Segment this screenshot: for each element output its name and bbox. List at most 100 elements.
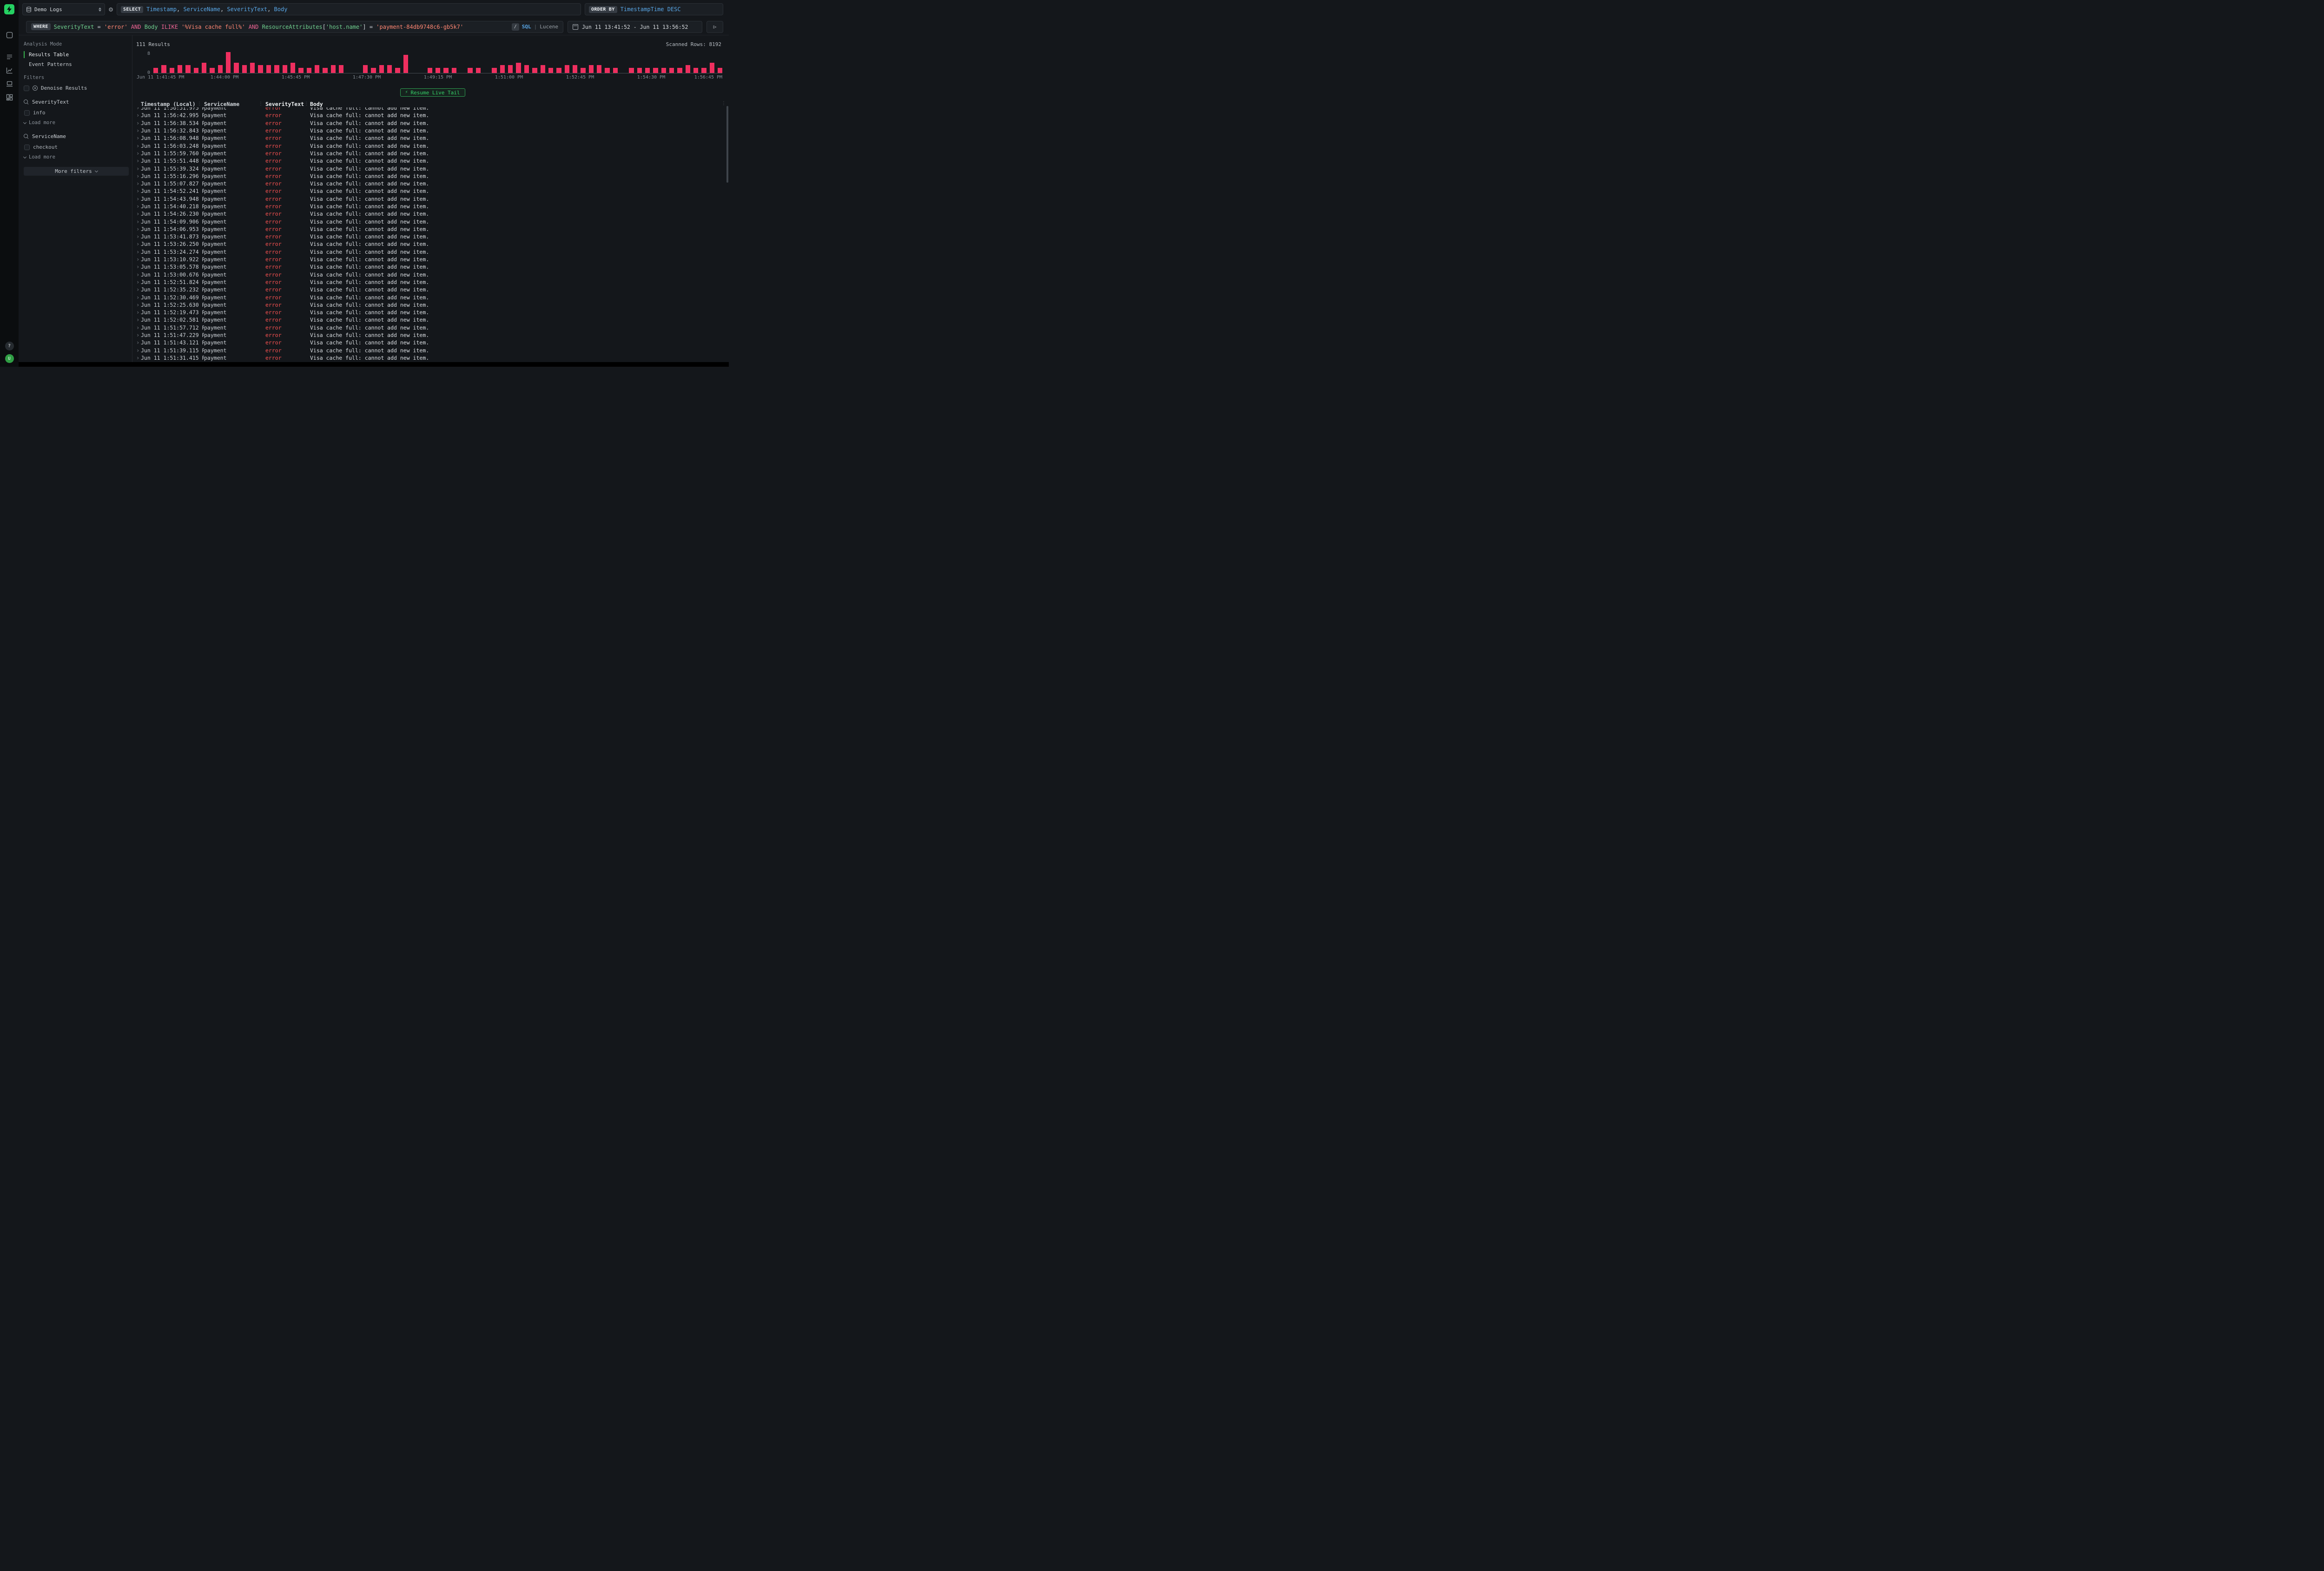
row-expand-icon[interactable]: › — [136, 355, 141, 361]
select-clause-input[interactable]: SELECT Timestamp, ServiceName, SeverityT… — [117, 3, 581, 15]
table-row[interactable]: ›Jun 11 1:53:00.676 PMpaymenterrorVisa c… — [136, 271, 729, 278]
filter-option-checkout[interactable]: checkout — [24, 144, 128, 150]
histogram-bar[interactable] — [556, 68, 561, 73]
histogram-bar[interactable] — [443, 68, 448, 73]
row-expand-icon[interactable]: › — [136, 204, 141, 209]
option-checkbox[interactable] — [24, 110, 30, 116]
histogram-bar[interactable] — [194, 68, 198, 73]
table-row[interactable]: ›Jun 11 1:54:26.230 PMpaymenterrorVisa c… — [136, 210, 729, 218]
row-expand-icon[interactable]: › — [136, 340, 141, 345]
table-row[interactable]: ›Jun 11 1:56:03.248 PMpaymenterrorVisa c… — [136, 142, 729, 149]
col-body[interactable]: Body — [310, 101, 323, 107]
histogram-bar[interactable] — [669, 68, 674, 73]
histogram-bar[interactable] — [307, 68, 311, 73]
histogram-bar[interactable] — [492, 68, 496, 73]
resume-live-tail-button[interactable]: ⚡ Resume Live Tail — [400, 88, 465, 97]
run-query-button[interactable]: ▷ — [706, 21, 723, 33]
col-resize-handle[interactable]: ⋮ — [197, 101, 202, 106]
dashboards-nav-icon[interactable] — [6, 93, 13, 101]
table-row[interactable]: ›Jun 11 1:56:32.843 PMpaymenterrorVisa c… — [136, 127, 729, 134]
histogram-bar[interactable] — [403, 55, 408, 73]
row-expand-icon[interactable]: › — [136, 272, 141, 277]
histogram-bar[interactable] — [605, 68, 609, 73]
row-expand-icon[interactable]: › — [136, 211, 141, 217]
denoise-checkbox[interactable] — [24, 86, 29, 91]
gear-icon[interactable]: ⚙ — [109, 6, 113, 13]
histogram-bar[interactable] — [686, 65, 690, 73]
histogram-bar[interactable] — [242, 65, 247, 73]
histogram-bar[interactable] — [371, 68, 376, 73]
load-more-servicename[interactable]: Load more — [24, 154, 128, 160]
table-row[interactable]: ›Jun 11 1:53:10.922 PMpaymenterrorVisa c… — [136, 256, 729, 263]
histogram-bars[interactable] — [153, 52, 722, 73]
histogram-bar[interactable] — [693, 68, 698, 73]
row-expand-icon[interactable]: › — [136, 325, 141, 330]
table-row[interactable]: ›Jun 11 1:56:42.995 PMpaymenterrorVisa c… — [136, 112, 729, 119]
row-expand-icon[interactable]: › — [136, 226, 141, 232]
language-sql-option[interactable]: SQL — [522, 24, 531, 30]
table-row[interactable]: ›Jun 11 1:54:40.218 PMpaymenterrorVisa c… — [136, 203, 729, 210]
histogram-bar[interactable] — [508, 65, 513, 73]
row-expand-icon[interactable]: › — [136, 120, 141, 126]
histogram-bar[interactable] — [581, 68, 585, 73]
histogram-bar[interactable] — [395, 68, 400, 73]
table-row[interactable]: ›Jun 11 1:56:38.534 PMpaymenterrorVisa c… — [136, 119, 729, 127]
order-by-input[interactable]: ORDER BY TimestampTime DESC — [585, 3, 723, 15]
table-row[interactable]: ›Jun 11 1:52:02.581 PMpaymenterrorVisa c… — [136, 316, 729, 323]
histogram-bar[interactable] — [629, 68, 634, 73]
histogram-bar[interactable] — [476, 68, 481, 73]
row-expand-icon[interactable]: › — [136, 257, 141, 262]
histogram-bar[interactable] — [234, 63, 238, 73]
histogram-bar[interactable] — [185, 65, 190, 73]
table-row[interactable]: ›Jun 11 1:55:16.296 PMpaymenterrorVisa c… — [136, 172, 729, 180]
histogram-bar[interactable] — [573, 65, 577, 73]
row-expand-icon[interactable]: › — [136, 234, 141, 239]
filter-group-header[interactable]: ServiceName — [24, 133, 128, 139]
histogram-bar[interactable] — [379, 65, 384, 73]
histogram-bar[interactable] — [258, 65, 263, 73]
histogram-bar[interactable] — [548, 68, 553, 73]
table-row[interactable]: ›Jun 11 1:54:52.241 PMpaymenterrorVisa c… — [136, 187, 729, 195]
row-expand-icon[interactable]: › — [136, 158, 141, 164]
histogram-bar[interactable] — [532, 68, 537, 73]
help-button[interactable]: ? — [5, 342, 14, 350]
table-row[interactable]: ›Jun 11 1:52:25.630 PMpaymenterrorVisa c… — [136, 301, 729, 309]
row-expand-icon[interactable]: › — [136, 332, 141, 338]
histogram-bar[interactable] — [613, 68, 618, 73]
table-row[interactable]: ›Jun 11 1:53:24.274 PMpaymenterrorVisa c… — [136, 248, 729, 256]
histogram-bar[interactable] — [315, 65, 319, 73]
source-select[interactable]: Demo Logs — [22, 3, 105, 15]
histogram-bar[interactable] — [710, 63, 714, 73]
vertical-scrollbar[interactable] — [726, 106, 728, 183]
option-checkbox[interactable] — [24, 145, 30, 150]
histogram-bar[interactable] — [250, 63, 255, 73]
chart-nav-icon[interactable] — [6, 66, 13, 74]
mode-event-patterns[interactable]: Event Patterns — [24, 61, 128, 68]
histogram-bar[interactable] — [218, 65, 223, 73]
histogram-bar[interactable] — [645, 68, 650, 73]
denoise-results-toggle[interactable]: Denoise Results — [24, 85, 128, 91]
load-more-severitytext[interactable]: Load more — [24, 120, 128, 125]
histogram-bar[interactable] — [661, 68, 666, 73]
table-row[interactable]: ›Jun 11 1:51:31.415 PMpaymenterrorVisa c… — [136, 354, 729, 361]
histogram-bar[interactable] — [436, 68, 440, 73]
histogram-bar[interactable] — [428, 68, 432, 73]
table-row[interactable]: ›Jun 11 1:52:30.469 PMpaymenterrorVisa c… — [136, 293, 729, 301]
row-expand-icon[interactable]: › — [136, 181, 141, 186]
table-row[interactable]: ›Jun 11 1:51:47.229 PMpaymenterrorVisa c… — [136, 331, 729, 339]
histogram-bar[interactable] — [170, 68, 174, 73]
histogram-bar[interactable] — [274, 65, 279, 73]
table-row[interactable]: ›Jun 11 1:51:57.712 PMpaymenterrorVisa c… — [136, 324, 729, 331]
table-row[interactable]: ›Jun 11 1:52:35.232 PMpaymenterrorVisa c… — [136, 286, 729, 293]
table-row[interactable]: ›Jun 11 1:51:43.121 PMpaymenterrorVisa c… — [136, 339, 729, 346]
row-expand-icon[interactable]: › — [136, 279, 141, 285]
col-severitytext[interactable]: SeverityText — [265, 101, 304, 107]
table-row[interactable]: ›Jun 11 1:51:39.115 PMpaymenterrorVisa c… — [136, 347, 729, 354]
histogram-bar[interactable] — [387, 65, 392, 73]
histogram-bar[interactable] — [226, 52, 231, 73]
histogram-bar[interactable] — [178, 65, 182, 73]
table-row[interactable]: ›Jun 11 1:53:05.578 PMpaymenterrorVisa c… — [136, 263, 729, 271]
row-expand-icon[interactable]: › — [136, 241, 141, 247]
filter-option-info[interactable]: info — [24, 110, 128, 116]
histogram-bar[interactable] — [298, 68, 303, 73]
